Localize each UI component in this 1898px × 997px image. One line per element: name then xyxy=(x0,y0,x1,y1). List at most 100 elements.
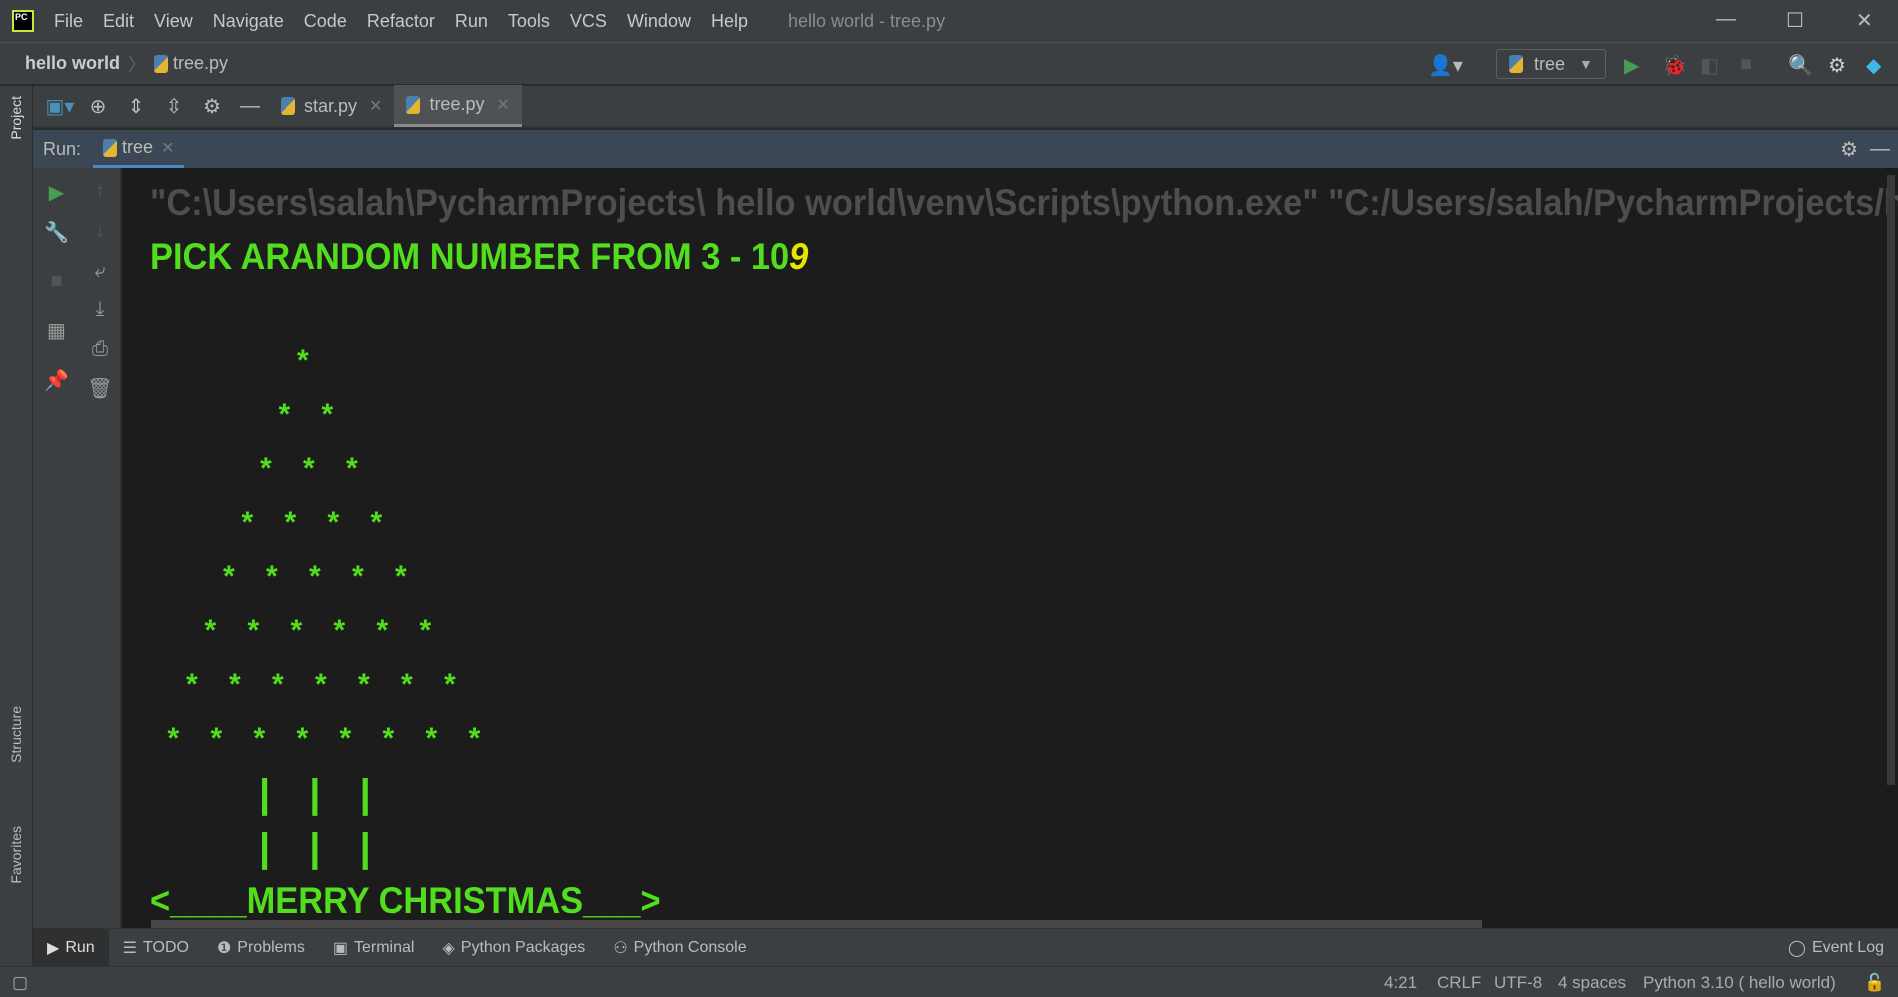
coverage-icon[interactable]: ◧ xyxy=(1700,53,1719,78)
wrench-icon[interactable]: 🔧 xyxy=(33,220,80,245)
stop-icon[interactable]: ■ xyxy=(1740,53,1752,76)
breadcrumb-project[interactable]: hello world xyxy=(25,53,120,74)
minimize-icon[interactable]: — xyxy=(1716,8,1736,31)
pin-icon[interactable]: 📌 xyxy=(33,368,80,393)
gear-icon[interactable]: ⚙ xyxy=(193,94,231,119)
layout-icon[interactable]: ▦ xyxy=(33,318,80,343)
tab-terminal[interactable]: ▣ Terminal xyxy=(319,929,429,967)
breadcrumb-file[interactable]: tree.py xyxy=(173,53,228,74)
collapse-all-icon[interactable]: ⇳ xyxy=(155,94,193,119)
close-tab-icon[interactable]: ✕ xyxy=(496,95,509,115)
python-file-icon xyxy=(154,54,169,73)
down-arrow-icon[interactable]: ↓ xyxy=(80,220,120,243)
file-encoding[interactable]: UTF-8 xyxy=(1494,973,1542,993)
tree-row: * * * * * xyxy=(223,560,407,593)
breadcrumb-separator: 〉 xyxy=(128,54,147,75)
expand-all-icon[interactable]: ⇕ xyxy=(117,94,155,119)
up-arrow-icon[interactable]: ↑ xyxy=(80,180,120,203)
tree-row: * * xyxy=(278,398,334,431)
user-icon[interactable]: 👤▾ xyxy=(1428,53,1463,78)
tab-star-py[interactable]: star.py ✕ xyxy=(269,85,394,127)
hide-icon[interactable]: — xyxy=(1870,138,1890,161)
structure-tool-button[interactable]: Structure xyxy=(8,706,24,763)
menu-code[interactable]: Code xyxy=(304,11,347,32)
caret-position[interactable]: 4:21 xyxy=(1384,973,1417,993)
run-toolbar: ▶ 🔧 ■ ▦ 📌 xyxy=(33,168,80,928)
python-icon xyxy=(1509,55,1523,73)
hide-icon[interactable]: — xyxy=(231,95,269,118)
gear-icon[interactable]: ⚙ xyxy=(1828,53,1846,78)
menu-help[interactable]: Help xyxy=(711,11,748,32)
line-separator[interactable]: CRLF xyxy=(1437,973,1481,993)
scroll-to-end-icon[interactable]: ⤓ xyxy=(80,298,120,321)
vertical-scrollbar[interactable] xyxy=(1887,175,1895,785)
python-file-icon xyxy=(406,95,421,114)
close-tab-icon[interactable]: ✕ xyxy=(369,96,382,116)
gear-icon[interactable]: ⚙ xyxy=(1840,137,1858,162)
layers-icon: ◈ xyxy=(442,939,455,957)
lock-icon[interactable]: 🔓 xyxy=(1864,973,1885,993)
command-line: "C:\Users\salah\PycharmProjects\ hello w… xyxy=(150,182,1898,223)
close-icon[interactable]: ✕ xyxy=(1856,8,1873,33)
trash-icon[interactable]: 🗑 xyxy=(80,376,120,401)
menu-window[interactable]: Window xyxy=(627,11,691,32)
menu-view[interactable]: View xyxy=(154,11,193,32)
status-bar: ▢ 4:21 CRLF UTF-8 4 spaces Python 3.10 (… xyxy=(0,966,1898,997)
run-icon[interactable]: ▶ xyxy=(1624,53,1639,78)
run-config-select[interactable]: tree ▼ xyxy=(1496,49,1606,79)
tab-label: Terminal xyxy=(354,938,415,956)
stop-icon[interactable]: ■ xyxy=(33,270,80,293)
event-log-button[interactable]: ◯ Event Log xyxy=(1774,929,1898,967)
soft-wrap-icon[interactable]: ⤶ xyxy=(80,260,120,283)
menu-run[interactable]: Run xyxy=(455,11,488,32)
toggle-tool-windows-icon[interactable]: ▢ xyxy=(12,973,28,993)
run-tab-tree[interactable]: tree ✕ xyxy=(93,130,185,168)
tab-python-console[interactable]: ⚇ Python Console xyxy=(599,929,760,967)
run-tool-header: Run: tree ✕ ⚙ — xyxy=(33,130,1898,168)
tab-todo[interactable]: ☰ TODO xyxy=(109,929,203,967)
list-icon: ☰ xyxy=(122,939,138,957)
tab-tree-py[interactable]: tree.py ✕ xyxy=(394,85,522,127)
tab-python-packages[interactable]: ◈ Python Packages xyxy=(428,929,599,967)
close-run-tab-icon[interactable]: ✕ xyxy=(161,138,174,158)
bottom-tool-tabs: ▶ Run ☰ TODO ❶ Problems ▣ Terminal ◈ Python P… xyxy=(33,928,1898,967)
tab-label: Problems xyxy=(237,938,305,956)
maximize-icon[interactable]: ☐ xyxy=(1786,8,1804,33)
debug-icon[interactable]: 🐞 xyxy=(1662,53,1687,78)
menu-tools[interactable]: Tools xyxy=(508,11,550,32)
interpreter[interactable]: Python 3.10 ( hello world) xyxy=(1643,973,1836,993)
run-label: Run: xyxy=(43,138,82,159)
left-tool-strip: Project Structure Favorites xyxy=(0,86,33,966)
tab-label: tree.py xyxy=(429,94,485,114)
tab-problems[interactable]: ❶ Problems xyxy=(203,929,319,967)
prompt-line: PICK ARANDOM NUMBER FROM 3 - 109 xyxy=(150,236,808,278)
tree-row: * xyxy=(297,344,309,377)
title-bar: PC File Edit View Navigate Code Refactor… xyxy=(0,0,1898,43)
project-tool-button[interactable]: Project xyxy=(8,96,24,140)
rerun-icon[interactable]: ▶ xyxy=(33,180,80,205)
menu-refactor[interactable]: Refactor xyxy=(367,11,435,32)
tab-label: Python Packages xyxy=(460,938,586,956)
window-title: hello world - tree.py xyxy=(788,10,946,31)
play-icon: ▶ xyxy=(47,939,60,957)
info-icon: ❶ xyxy=(216,939,232,957)
menu-navigate[interactable]: Navigate xyxy=(213,11,284,32)
menu-file[interactable]: File xyxy=(54,11,83,32)
user-input: 9 xyxy=(789,236,809,277)
tab-run[interactable]: ▶ Run xyxy=(33,928,109,967)
console-output[interactable]: "C:\Users\salah\PycharmProjects\ hello w… xyxy=(122,168,1898,928)
locate-icon[interactable]: ⊕ xyxy=(79,94,117,119)
tree-row: * * * * * * xyxy=(204,614,432,647)
search-icon[interactable]: 🔍 xyxy=(1788,53,1813,78)
print-icon[interactable]: ⎙ xyxy=(80,338,120,361)
tree-row: * * * * * * * xyxy=(186,668,456,701)
favorites-tool-button[interactable]: Favorites xyxy=(8,826,24,884)
indent-setting[interactable]: 4 spaces xyxy=(1558,973,1626,993)
tab-label: star.py xyxy=(304,95,358,116)
menu-vcs[interactable]: VCS xyxy=(570,11,607,32)
run-config-label: tree xyxy=(1534,53,1566,74)
jetbrains-icon[interactable]: ◆ xyxy=(1866,53,1881,78)
project-view-icon[interactable]: ▣▾ xyxy=(41,94,79,119)
menu-edit[interactable]: Edit xyxy=(103,11,134,32)
greeting-line: <____MERRY CHRISTMAS___> xyxy=(150,880,661,921)
